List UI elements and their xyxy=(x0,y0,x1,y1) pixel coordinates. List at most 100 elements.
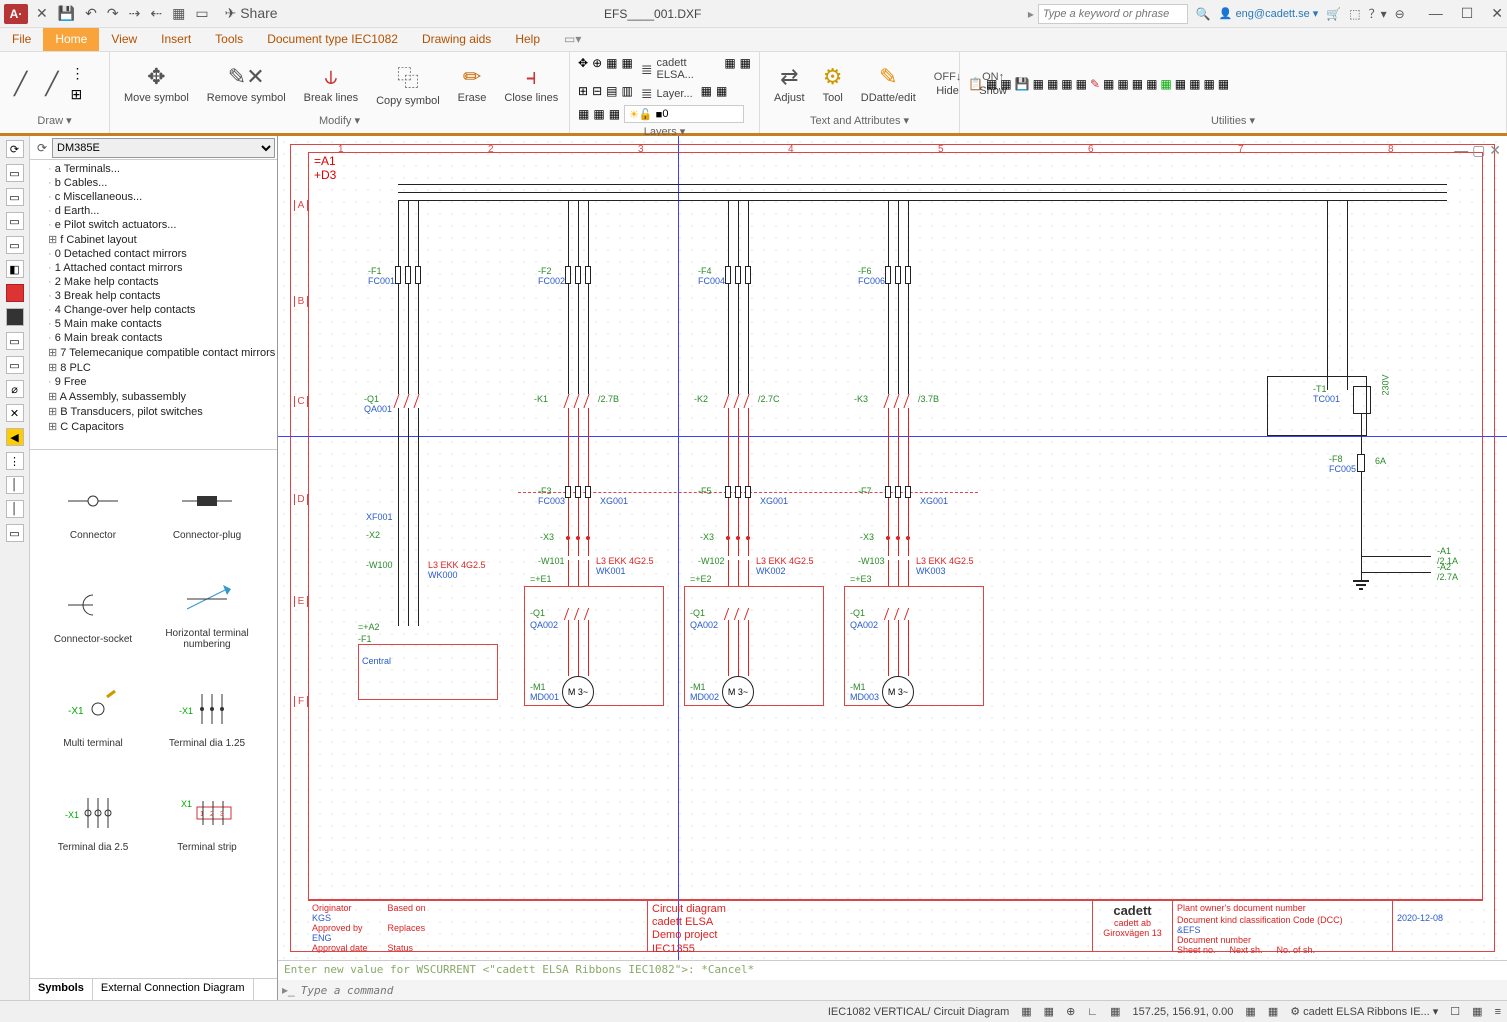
util-icon[interactable]: ▦ xyxy=(1146,77,1157,91)
ribbon-group-utilities[interactable]: Utilities ▾ xyxy=(968,112,1498,129)
util-icon[interactable]: ✎ xyxy=(1090,77,1100,91)
tree-node[interactable]: C Capacitors xyxy=(32,419,275,434)
gallery-item[interactable]: -X1Multi terminal xyxy=(38,666,148,766)
tree-node[interactable]: f Cabinet layout xyxy=(32,232,275,247)
tree-node[interactable]: A Assembly, subassembly xyxy=(32,389,275,404)
layer-tool-icon[interactable]: ▤ xyxy=(606,84,617,103)
ribbon-group-modify[interactable]: Modify ▾ xyxy=(118,112,561,129)
refresh-icon[interactable]: ⟳ xyxy=(32,141,52,155)
status-icon[interactable]: ▦ xyxy=(1268,1005,1278,1018)
side-tool-yellow[interactable]: ◀ xyxy=(6,428,24,446)
drawing-canvas[interactable]: =A1 +D3 Originator KGS Approved by ENG A… xyxy=(278,136,1507,960)
util-icon[interactable]: ▦ xyxy=(1203,77,1214,91)
tree-node[interactable]: 7 Telemecanique compatible contact mirro… xyxy=(32,345,275,360)
gallery-item[interactable]: Horizontal terminal numbering xyxy=(152,562,262,662)
util-icon[interactable]: ▦ xyxy=(1047,77,1058,91)
ddatte-button[interactable]: ✎DDatte/edit xyxy=(855,62,922,106)
side-tool[interactable]: ▭ xyxy=(6,332,24,350)
status-icon[interactable]: ∟ xyxy=(1087,1006,1098,1018)
util-icon[interactable]: ▦ xyxy=(1189,77,1200,91)
symbol-library-select[interactable]: DM385E xyxy=(52,138,275,158)
side-tool[interactable]: ▭ xyxy=(6,164,24,182)
layer-tool-icon[interactable]: ▦ xyxy=(609,107,620,121)
user-account[interactable]: 👤 eng@cadett.se ▾ xyxy=(1219,7,1319,20)
signin-icon[interactable]: ⊖ xyxy=(1395,7,1405,21)
util-icon[interactable]: ▦ xyxy=(1132,77,1143,91)
layer-tool-icon[interactable]: ▦ xyxy=(578,107,589,121)
status-workspace[interactable]: ⚙ cadett ELSA Ribbons IE... ▾ xyxy=(1290,1005,1438,1018)
layer-tool-icon[interactable]: ⊟ xyxy=(592,84,602,103)
tree-node[interactable]: 8 PLC xyxy=(32,360,275,375)
erase-button[interactable]: ✏Erase xyxy=(452,62,493,106)
qat-icon[interactable]: ▭ xyxy=(195,5,208,22)
tree-node[interactable]: 0 Detached contact mirrors xyxy=(32,247,275,261)
side-tool[interactable]: ⋮ xyxy=(6,452,24,470)
tree-node[interactable]: c Miscellaneous... xyxy=(32,190,275,204)
side-tool[interactable]: ◧ xyxy=(6,260,24,278)
tree-node[interactable]: b Cables... xyxy=(32,176,275,190)
adjust-button[interactable]: ⇄Adjust xyxy=(768,62,811,106)
util-icon[interactable]: 💾 xyxy=(1015,77,1030,91)
side-tool[interactable]: ▭ xyxy=(6,524,24,542)
gallery-item[interactable]: Connector-socket xyxy=(38,562,148,662)
close-button[interactable]: ✕ xyxy=(1491,5,1503,22)
draw-line-button[interactable]: ╱ xyxy=(8,69,33,99)
menu-overflow[interactable]: ▭▾ xyxy=(552,28,593,51)
side-tool[interactable]: ▭ xyxy=(6,236,24,254)
tree-node[interactable]: e Pilot switch actuators... xyxy=(32,218,275,232)
status-layout[interactable]: IEC1082 VERTICAL/ Circuit Diagram xyxy=(828,1006,1009,1018)
cadett-elsa-button[interactable]: ≣cadett ELSA... xyxy=(637,56,721,82)
draw-tool-icon[interactable]: ⋮ xyxy=(71,65,85,82)
layer-tool-icon[interactable]: ✥ xyxy=(578,56,588,82)
status-icon[interactable]: ▦ xyxy=(1110,1005,1120,1018)
tab-symbols[interactable]: Symbols xyxy=(30,979,93,1000)
status-icon[interactable]: ▦ xyxy=(1021,1005,1031,1018)
menu-file[interactable]: File xyxy=(0,28,43,51)
qat-icon[interactable]: ▦ xyxy=(172,5,185,22)
side-tool[interactable]: ▭ xyxy=(6,356,24,374)
status-icon[interactable]: ⊕ xyxy=(1066,1005,1075,1018)
copy-symbol-button[interactable]: ⿻Copy symbol xyxy=(370,59,446,109)
remove-symbol-button[interactable]: ✎✕Remove symbol xyxy=(201,62,292,106)
gallery-item[interactable]: -X1Terminal dia 1.25 xyxy=(152,666,262,766)
util-icon[interactable]: ▦ xyxy=(1175,77,1186,91)
symbol-tree[interactable]: a Terminals...b Cables...c Miscellaneous… xyxy=(30,160,277,450)
side-tool[interactable]: ⟳ xyxy=(6,140,24,158)
status-icon[interactable]: ▦ xyxy=(1472,1005,1482,1018)
tree-node[interactable]: B Transducers, pilot switches xyxy=(32,404,275,419)
share-button[interactable]: ✈ Share xyxy=(225,5,278,22)
qat-save-icon[interactable]: 💾 xyxy=(58,5,75,22)
tree-node[interactable]: a Terminals... xyxy=(32,162,275,176)
side-tool[interactable]: ▭ xyxy=(6,212,24,230)
side-tool[interactable]: ▭ xyxy=(6,188,24,206)
util-icon[interactable]: ▦ xyxy=(1033,77,1044,91)
side-tool[interactable]: │ xyxy=(6,476,24,494)
break-lines-button[interactable]: ⫝Break lines xyxy=(298,62,364,106)
tree-node[interactable]: 4 Change-over help contacts xyxy=(32,303,275,317)
status-icon[interactable]: ☐ xyxy=(1450,1005,1460,1018)
layer-tool-icon[interactable]: ▥ xyxy=(621,84,632,103)
layer-tool-icon[interactable]: ⊞ xyxy=(578,84,588,103)
apps-icon[interactable]: ⬚ xyxy=(1349,7,1360,21)
layer-tool-icon[interactable]: ▦ xyxy=(606,56,617,82)
cart-icon[interactable]: 🛒 xyxy=(1326,7,1341,21)
menu-home[interactable]: Home xyxy=(43,28,99,51)
maximize-button[interactable]: ☐ xyxy=(1461,5,1474,22)
tree-node[interactable]: 6 Main break contacts xyxy=(32,331,275,345)
side-tool[interactable]: ✕ xyxy=(6,404,24,422)
menu-help[interactable]: Help xyxy=(503,28,552,51)
util-icon[interactable]: ▦ xyxy=(1076,77,1087,91)
status-icon[interactable]: ▦ xyxy=(1245,1005,1255,1018)
move-symbol-button[interactable]: ✥Move symbol xyxy=(118,62,195,106)
search-prev-icon[interactable]: ▸ xyxy=(1028,7,1034,21)
help-icon[interactable]: ？▾ xyxy=(1369,5,1387,22)
close-lines-button[interactable]: ⫞Close lines xyxy=(498,62,564,106)
side-tool-red[interactable] xyxy=(6,284,24,302)
side-tool[interactable]: │ xyxy=(6,500,24,518)
layer-tool-icon[interactable]: ▦ xyxy=(593,107,604,121)
tool-button[interactable]: ⚙Tool xyxy=(817,62,849,106)
layer-tool-icon[interactable]: ⊕ xyxy=(592,56,602,82)
layer-combo[interactable]: ☀🔓 ■ 0 xyxy=(624,105,744,123)
command-input[interactable] xyxy=(301,984,1503,997)
qat-icon[interactable]: ⇢ xyxy=(129,5,141,22)
